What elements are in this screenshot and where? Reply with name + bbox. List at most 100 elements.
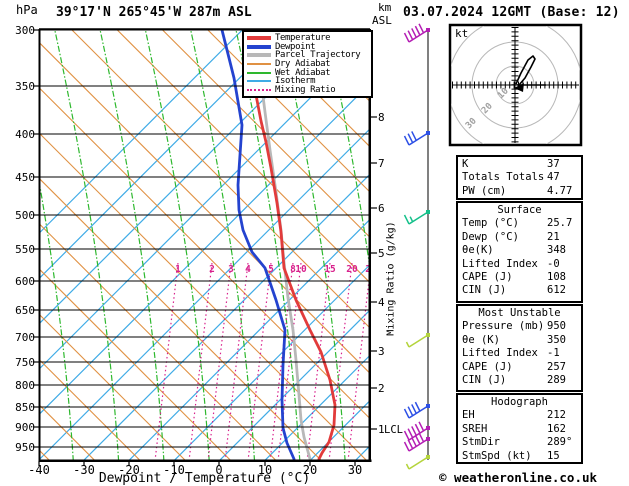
stat-value: 212 xyxy=(547,409,566,422)
stat-label: SREH xyxy=(462,423,487,435)
stat-row: CAPE (J) 257 xyxy=(458,361,581,374)
stat-value: 108 xyxy=(547,271,566,284)
stat-label: θe(K) xyxy=(462,244,494,256)
temperature-tick-label: -30 xyxy=(70,463,98,477)
stat-row: Pressure (mb)950 xyxy=(458,320,581,333)
legend-swatch-solid xyxy=(247,80,271,82)
stat-row: Lifted Index -1 xyxy=(458,347,581,360)
stat-value: 47 xyxy=(547,171,560,184)
temperature-tick-label: -20 xyxy=(115,463,143,477)
stats-box-indices: K37Totals Totals47PW (cm)4.77 xyxy=(456,155,583,200)
height-km-tick-label: 6 xyxy=(378,202,385,215)
stat-value: 4.77 xyxy=(547,185,572,198)
stat-label: CIN (J) xyxy=(462,284,506,296)
stat-value: 950 xyxy=(547,320,566,333)
stat-row: StmSpd (kt) 15 xyxy=(458,450,581,463)
legend-swatch-solid xyxy=(247,53,271,57)
height-km-tick-label: 7 xyxy=(378,157,385,170)
stat-label: Lifted Index xyxy=(462,258,538,270)
height-km-tick-label: 5 xyxy=(378,247,385,260)
temperature-tick-label: 20 xyxy=(296,463,324,477)
temperature-tick-label: -10 xyxy=(160,463,188,477)
stat-value: 162 xyxy=(547,423,566,436)
pressure-tick-label: 350 xyxy=(6,80,35,93)
skewt-sounding-page: 12345810152025 hPa 39°17'N 265°45'W 287m… xyxy=(0,0,629,486)
stat-row: Lifted Index -0 xyxy=(458,258,581,271)
pressure-tick-label: 300 xyxy=(6,24,35,37)
stat-row: EH 212 xyxy=(458,409,581,422)
stat-label: PW (cm) xyxy=(462,185,506,197)
stat-label: Dewp (°C) xyxy=(462,231,519,243)
stat-row: Totals Totals47 xyxy=(458,171,581,184)
temperature-tick-label: 10 xyxy=(251,463,279,477)
stat-value: 612 xyxy=(547,284,566,297)
temperature-tick-label: -40 xyxy=(25,463,53,477)
pressure-tick-label: 400 xyxy=(6,128,35,141)
stat-label: Pressure (mb) xyxy=(462,320,544,332)
stat-row: CIN (J) 289 xyxy=(458,374,581,387)
pressure-tick-label: 700 xyxy=(6,331,35,344)
stats-box-title: Surface xyxy=(458,204,581,217)
pressure-tick-label: 600 xyxy=(6,275,35,288)
stat-value: 15 xyxy=(547,450,560,463)
pressure-tick-label: 850 xyxy=(6,401,35,414)
height-km-tick-label: 1 xyxy=(378,423,385,436)
stat-row: θe (K)350 xyxy=(458,334,581,347)
stat-row: θe(K) 348 xyxy=(458,244,581,257)
stat-value: 348 xyxy=(547,244,566,257)
stats-box-surface: SurfaceTemp (°C)25.7Dewp (°C)21θe(K)348L… xyxy=(456,201,583,303)
stat-value: -0 xyxy=(547,258,560,271)
stat-label: K xyxy=(462,158,468,170)
stats-box-hodograph: HodographEH212SREH162StmDir289°StmSpd (k… xyxy=(456,393,583,464)
pressure-tick-label: 500 xyxy=(6,209,35,222)
stat-label: StmDir xyxy=(462,436,500,448)
height-km-tick-label: 8 xyxy=(378,111,385,124)
legend-swatch-solid xyxy=(247,63,271,65)
stat-label: StmSpd (kt) xyxy=(462,450,532,462)
pressure-tick-label: 900 xyxy=(6,421,35,434)
stat-label: CAPE (J) xyxy=(462,271,513,283)
legend-swatch-solid xyxy=(247,45,271,49)
legend-swatch-dotted xyxy=(247,89,271,91)
stats-box-title: Most Unstable xyxy=(458,307,581,320)
stat-row: StmDir 289° xyxy=(458,436,581,449)
stat-row: K 37 xyxy=(458,158,581,171)
stat-label: EH xyxy=(462,409,475,421)
pressure-tick-label: 550 xyxy=(6,243,35,256)
stats-box-title: Hodograph xyxy=(458,396,581,409)
stat-row: SREH 162 xyxy=(458,423,581,436)
stat-label: θe (K) xyxy=(462,334,500,346)
stat-row: Temp (°C) 25.7 xyxy=(458,217,581,230)
stat-row: CIN (J) 612 xyxy=(458,284,581,297)
legend: TemperatureDewpointParcel TrajectoryDry … xyxy=(242,30,373,98)
stat-row: PW (cm) 4.77 xyxy=(458,185,581,198)
pressure-tick-label: 650 xyxy=(6,304,35,317)
height-km-tick-label: 3 xyxy=(378,345,385,358)
stat-label: Lifted Index xyxy=(462,347,538,359)
temperature-tick-label: 30 xyxy=(341,463,369,477)
stat-value: 289 xyxy=(547,374,566,387)
stats-box-most-unstable: Most UnstablePressure (mb)950θe (K)350Li… xyxy=(456,304,583,392)
legend-item-label: Mixing Ratio xyxy=(275,85,335,95)
temperature-tick-label: 0 xyxy=(205,463,233,477)
height-km-tick-label: 4 xyxy=(378,296,385,309)
stat-label: Totals Totals xyxy=(462,171,544,183)
pressure-tick-label: 950 xyxy=(6,441,35,454)
hodograph-unit-label: kt xyxy=(455,27,468,40)
stat-label: CIN (J) xyxy=(462,374,506,386)
stat-row: Dewp (°C) 21 xyxy=(458,231,581,244)
legend-swatch-solid xyxy=(247,72,271,74)
stat-value: -1 xyxy=(547,347,560,360)
stat-value: 289° xyxy=(547,436,572,449)
stat-row: CAPE (J) 108 xyxy=(458,271,581,284)
stat-label: CAPE (J) xyxy=(462,361,513,373)
height-km-tick-label: 2 xyxy=(378,382,385,395)
stat-value: 25.7 xyxy=(547,217,572,230)
stat-value: 37 xyxy=(547,158,560,171)
legend-item: Mixing Ratio xyxy=(247,86,371,95)
pressure-tick-label: 750 xyxy=(6,356,35,369)
stat-value: 21 xyxy=(547,231,560,244)
stat-value: 257 xyxy=(547,361,566,374)
legend-swatch-solid xyxy=(247,36,271,40)
stat-label: Temp (°C) xyxy=(462,217,519,229)
